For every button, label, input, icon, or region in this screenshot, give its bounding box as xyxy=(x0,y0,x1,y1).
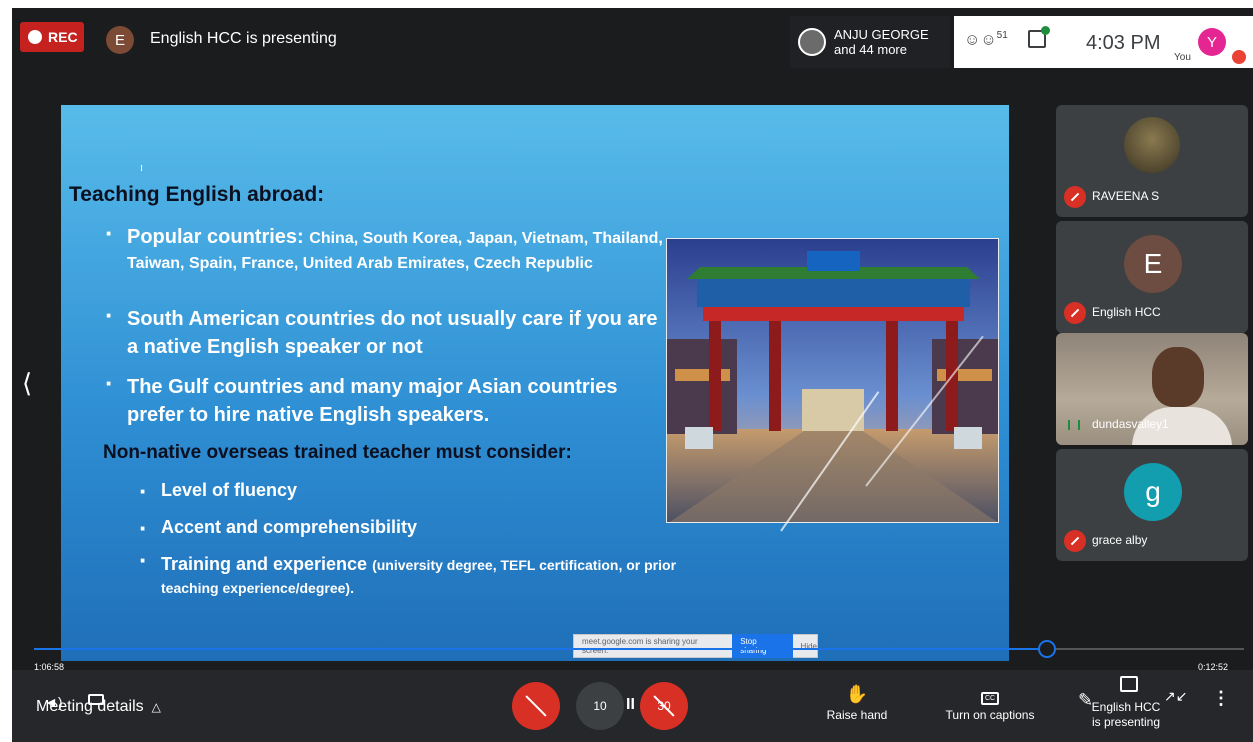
bullet-heading: Training and experience xyxy=(161,554,368,574)
video-progress-bar[interactable] xyxy=(34,640,1244,658)
participant-tile[interactable]: g grace alby xyxy=(1056,449,1248,561)
mic-off-icon xyxy=(1064,302,1086,324)
participant-avatar: g xyxy=(1124,463,1182,521)
slide-sub-bullet: Accent and comprehensibility xyxy=(139,513,417,544)
captions-button[interactable]: CC Turn on captions xyxy=(942,684,1038,722)
meeting-info-bar: ☺☺51 4:03 PM You Y xyxy=(954,16,1253,68)
share-banner-text: meet.google.com is sharing your screen. xyxy=(582,637,698,655)
you-label: You xyxy=(1174,52,1191,63)
slide-sub-bullet: Training and experience (university degr… xyxy=(139,549,681,599)
hand-icon: ✋ xyxy=(845,684,869,704)
slide-bullet: South American countries do not usually … xyxy=(105,301,667,361)
captions-label: Turn on captions xyxy=(945,708,1035,722)
presenting-title: English HCC is presenting xyxy=(150,30,337,47)
meet-window: REC E English HCC is presenting ANJU GEO… xyxy=(12,8,1253,742)
presenting-line1: English HCC xyxy=(1091,700,1161,714)
mic-off-button[interactable] xyxy=(512,682,560,730)
slide-sub-bullet: Level of fluency xyxy=(139,476,297,507)
participant-name: dundasvalley1 xyxy=(1092,417,1169,431)
raise-hand-button[interactable]: ✋ Raise hand xyxy=(822,684,892,722)
chat-icon[interactable] xyxy=(1028,26,1050,48)
participant-name: English HCC xyxy=(1092,305,1161,319)
rewind-seconds: 10 xyxy=(593,699,607,713)
participant-avatar xyxy=(798,28,826,56)
participant-video-tile[interactable]: dundasvalley1 xyxy=(1056,333,1248,445)
bottom-control-bar: Meeting details △ ◄) 10 II 30 ✋ Raise han… xyxy=(12,670,1253,742)
recording-badge[interactable]: REC xyxy=(20,22,84,52)
slide-subheading: Non-native overseas trained teacher must… xyxy=(103,442,572,463)
slide-title: Teaching English abroad: xyxy=(69,183,325,206)
more-options-icon[interactable]: ⋮ xyxy=(1212,688,1230,709)
previous-arrow-icon[interactable]: ⟨ xyxy=(22,368,32,399)
chat-notification-dot xyxy=(1041,26,1050,35)
present-icon[interactable] xyxy=(1120,676,1138,692)
participant-name: RAVEENA S xyxy=(1092,189,1160,203)
progress-fill xyxy=(34,648,1047,650)
participant-avatar: E xyxy=(1124,235,1182,293)
video-person-head xyxy=(1152,347,1204,407)
progress-scrubber[interactable] xyxy=(1037,640,1056,658)
captions-toggle-icon[interactable] xyxy=(88,694,104,705)
pause-icon[interactable]: II xyxy=(626,696,635,714)
presentation-slide: Teaching English abroad: Popular countri… xyxy=(61,105,1009,661)
clock: 4:03 PM xyxy=(1086,32,1161,54)
people-icon: ☺☺ xyxy=(964,31,997,49)
record-icon xyxy=(28,30,42,44)
stop-sharing-button[interactable]: Stop sharing xyxy=(732,634,793,658)
raise-hand-label: Raise hand xyxy=(826,708,888,722)
presenter-avatar: E xyxy=(106,26,134,54)
volume-icon[interactable]: ◄) xyxy=(44,694,63,710)
mic-off-icon xyxy=(1064,530,1086,552)
rewind-button[interactable]: 10 xyxy=(576,682,624,730)
screen-share-banner: meet.google.com is sharing your screen. … xyxy=(573,634,818,658)
participant-name: grace alby xyxy=(1092,533,1148,547)
slide-bullet: The Gulf countries and many major Asian … xyxy=(105,369,667,429)
slide-bullet: Popular countries: China, South Korea, J… xyxy=(105,221,667,275)
participant-tile[interactable]: RAVEENA S xyxy=(1056,105,1248,217)
participants-chip[interactable]: ANJU GEORGE and 44 more xyxy=(790,16,950,68)
participants-text: ANJU GEORGE and 44 more xyxy=(834,27,929,57)
user-avatar[interactable]: Y xyxy=(1198,28,1226,56)
participant-tile[interactable]: E English HCC xyxy=(1056,221,1248,333)
rec-label: REC xyxy=(48,29,78,45)
bullet-heading: Popular countries: xyxy=(127,226,304,248)
people-count: 51 xyxy=(996,30,1008,41)
exit-fullscreen-icon[interactable]: ↗↙ xyxy=(1164,688,1187,705)
cc-icon: CC xyxy=(942,684,1038,708)
forward-button[interactable]: 30 xyxy=(640,682,688,730)
speaking-indicator-icon xyxy=(1068,420,1080,430)
people-button[interactable]: ☺☺51 xyxy=(964,30,1008,49)
presenting-status: English HCC is presenting xyxy=(1082,700,1170,730)
participant-photo xyxy=(1124,117,1180,173)
presenting-line2: is presenting xyxy=(1091,715,1161,729)
chevron-up-icon: △ xyxy=(151,700,161,714)
user-muted-icon xyxy=(1232,50,1246,64)
participants-line1: ANJU GEORGE xyxy=(834,27,929,42)
forward-seconds: 30 xyxy=(657,699,671,713)
mic-off-icon xyxy=(1064,186,1086,208)
cursor-icon xyxy=(141,165,145,171)
participants-line2: and 44 more xyxy=(834,42,907,57)
